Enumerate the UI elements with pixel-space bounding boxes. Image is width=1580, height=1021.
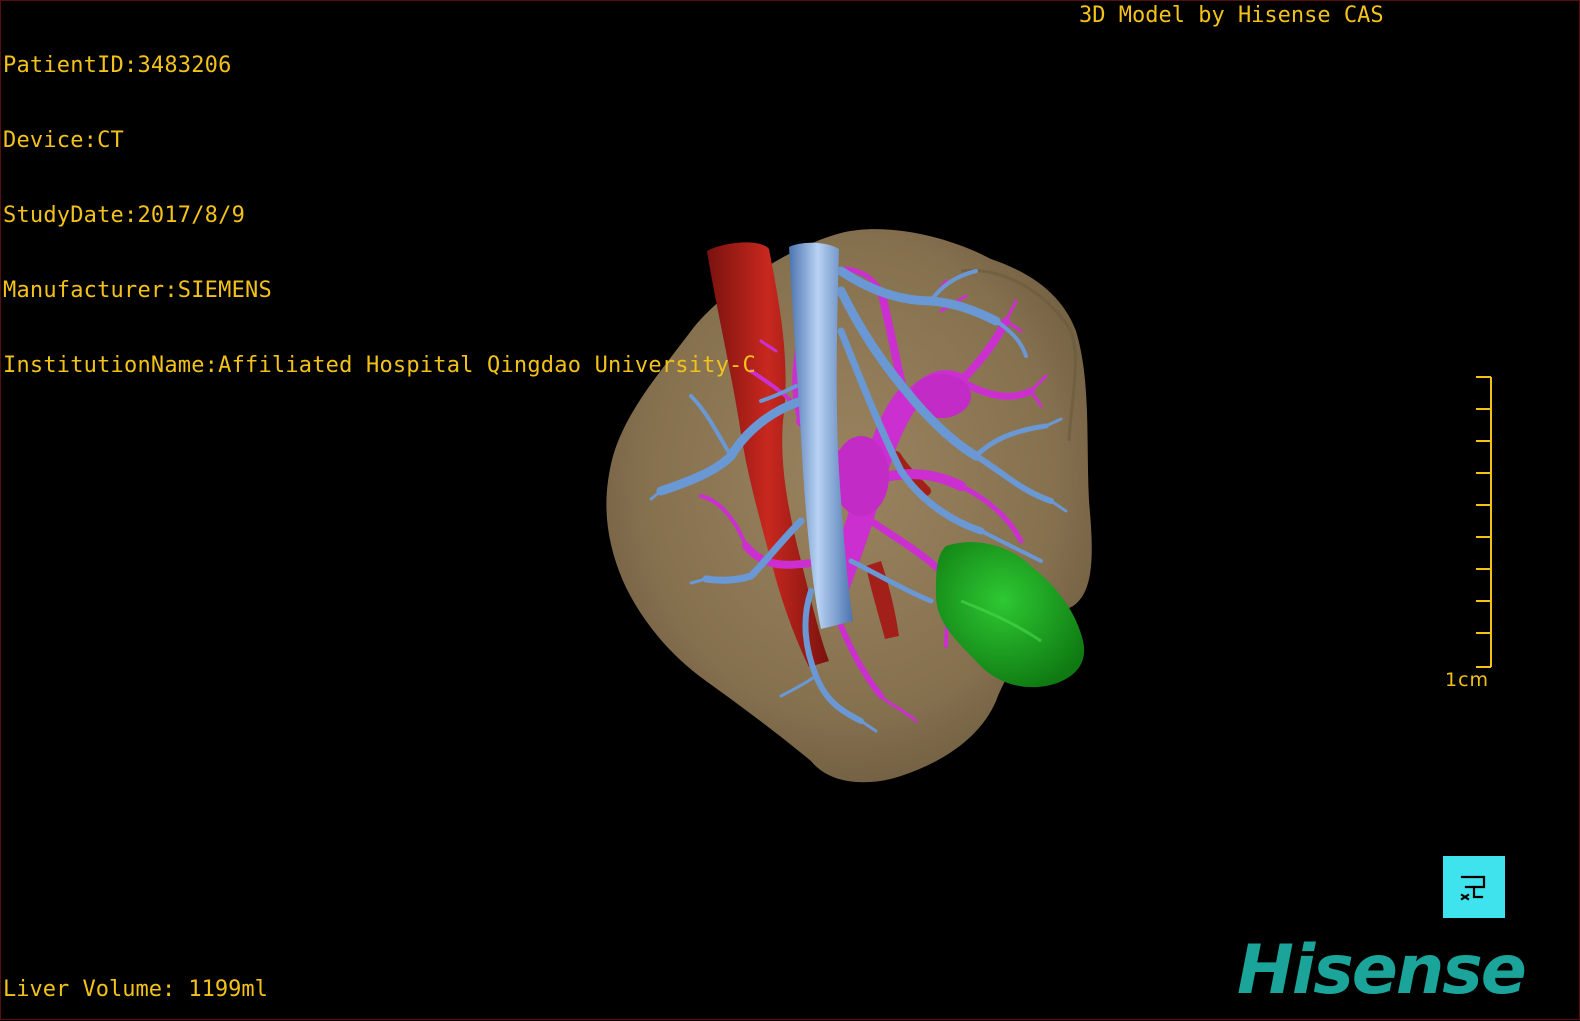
portal-vein-trunk	[833, 436, 889, 516]
scale-bar	[1476, 376, 1492, 668]
liver-volume-text: Liver Volume: 1199ml	[3, 977, 268, 1002]
reset-view-button[interactable]	[1443, 856, 1505, 918]
scale-label: 1cm	[1445, 669, 1490, 691]
study-date-text: StudyDate:2017/8/9	[3, 203, 246, 228]
brand-logo: Hisense	[1237, 931, 1527, 1010]
manufacturer-text: Manufacturer:SIEMENS	[3, 278, 272, 303]
3d-viewport[interactable]: PatientID:3483206 Device:CT StudyDate:20…	[0, 0, 1580, 1020]
patient-id-text: PatientID:3483206	[3, 53, 232, 78]
dicom-info-overlay: PatientID:3483206 Device:CT StudyDate:20…	[3, 3, 756, 428]
institution-text: InstitutionName:Affiliated Hospital Qing…	[3, 353, 756, 378]
device-text: Device:CT	[3, 128, 125, 153]
model-credit-text: 3D Model by Hisense CAS	[1079, 3, 1384, 28]
reset-view-icon	[1460, 875, 1486, 901]
